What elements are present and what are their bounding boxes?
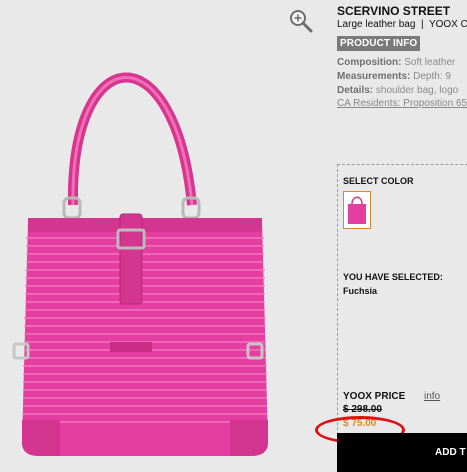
add-to-cart-button[interactable]: ADD T (337, 433, 467, 472)
you-have-selected-label: YOU HAVE SELECTED: (343, 272, 443, 282)
add-button-label: ADD T (435, 447, 466, 458)
measurements-label: Measurements: (337, 71, 411, 82)
composition-label: Composition: (337, 57, 402, 68)
select-color-label: SELECT COLOR (343, 176, 414, 186)
measurements-value: Depth: 9 (410, 71, 451, 82)
bag-thumbnail-icon (348, 196, 366, 224)
tab-product-info[interactable]: PRODUCT INFO (337, 36, 421, 51)
color-swatch-fuchsia[interactable] (343, 191, 371, 229)
composition-value: Soft leather (401, 57, 456, 68)
divider: | (418, 19, 427, 30)
measurements-line: Measurements: Depth: 9 (337, 71, 451, 82)
details-value: shoulder bag, logo (373, 85, 459, 96)
details-label: Details: (337, 85, 374, 96)
selected-color-value: Fuchsia (343, 286, 378, 296)
product-code: YOOX C (428, 19, 467, 30)
price-info-link[interactable]: info (424, 391, 440, 402)
details-line: Details: shoulder bag, logo (337, 85, 458, 96)
zoom-in-icon[interactable] (288, 8, 314, 34)
product-brand: SCERVINO STREET (337, 4, 451, 18)
product-subtitle: Large leather bag | YOOX C (337, 19, 467, 30)
bag-handle (67, 72, 197, 206)
price-label: YOOX PRICE (343, 391, 406, 402)
product-image[interactable] (0, 0, 330, 472)
original-price: $ 298.00 (343, 404, 382, 415)
composition-line: Composition: Soft leather (337, 57, 455, 68)
product-name: Large leather bag (337, 19, 416, 30)
ca-residents-link[interactable]: CA Residents: Proposition 65 (337, 98, 467, 109)
